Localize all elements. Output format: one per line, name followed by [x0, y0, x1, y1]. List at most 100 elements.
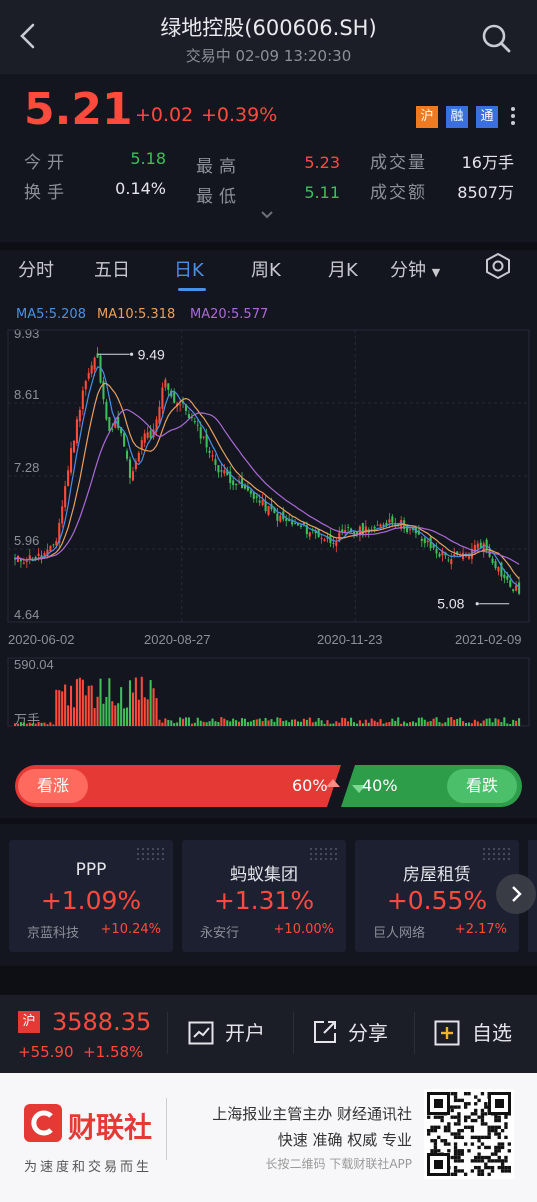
volume-bar — [426, 721, 429, 726]
volume-max-label: 590.04 — [14, 657, 54, 672]
volume-bar — [270, 719, 273, 726]
volume-bar — [128, 680, 132, 726]
sector-card[interactable]: PPP +1.09% 京蓝科技 +10.24% — [9, 840, 173, 952]
tab-minute[interactable]: 分钟 ▼ — [390, 256, 440, 282]
volume-bar — [373, 720, 376, 726]
candle — [25, 560, 28, 562]
volume-bar — [453, 719, 456, 726]
x-tick-label: 2021-02-09 — [455, 632, 522, 647]
volume-bar — [214, 721, 217, 726]
tab-intraday[interactable]: 分时 — [18, 256, 54, 282]
tab-daily-k[interactable]: 日K — [174, 256, 204, 282]
volume-value: 16万手 — [461, 153, 514, 172]
volume-bar — [512, 719, 515, 726]
volume-bar — [146, 699, 149, 726]
search-icon[interactable] — [480, 22, 512, 54]
volume-bar — [43, 722, 46, 726]
volume-bar — [226, 720, 229, 726]
candle — [93, 357, 96, 370]
volume-bar — [70, 685, 73, 726]
volume-bar — [488, 718, 491, 726]
index-change-percent: +1.58% — [83, 1043, 144, 1061]
candle — [37, 553, 40, 556]
volume-bar — [462, 721, 465, 726]
tab-weekly-k[interactable]: 周K — [251, 256, 281, 282]
bullish-button[interactable]: 看涨 — [18, 769, 88, 803]
divider — [166, 1098, 167, 1160]
sector-name: 蚂蚁集团 — [230, 865, 298, 885]
candle — [61, 506, 64, 524]
volume-bar — [302, 718, 305, 726]
candle — [67, 470, 70, 487]
volume-bar — [506, 723, 509, 726]
high-value: 5.23 — [304, 153, 340, 172]
sector-leader-change: +10.00% — [273, 922, 334, 937]
volume-bar — [408, 722, 412, 726]
candle — [509, 580, 512, 587]
volume-bar — [199, 720, 202, 726]
tab-five-day[interactable]: 五日 — [94, 256, 130, 282]
tab-minute-label: 分钟 — [390, 260, 426, 281]
next-arrow-button[interactable] — [496, 874, 536, 914]
qr-code-image — [424, 1089, 514, 1179]
candle — [261, 499, 264, 506]
more-icon[interactable] — [508, 104, 518, 128]
volume-bar — [161, 722, 164, 726]
ma5-legend: MA5:5.208 — [16, 307, 86, 322]
volume-bar — [494, 718, 497, 726]
volume-bar — [176, 722, 179, 726]
add-watchlist-button[interactable]: 自选 — [472, 1017, 512, 1046]
kline-chart[interactable]: 9.93 8.61 7.28 5.96 4.64 2020-06-02 2020-08-27… — [0, 322, 537, 732]
open-account-button[interactable]: 开户 — [225, 1017, 265, 1046]
volume-bar — [99, 678, 102, 726]
volume-bar — [308, 717, 311, 726]
candle — [87, 372, 90, 379]
sector-leader-change: +2.17% — [454, 922, 507, 937]
share-button[interactable]: 分享 — [348, 1017, 388, 1046]
volume-bar — [420, 717, 423, 726]
sector-card[interactable]: 房屋租赁 +0.55% 巨人网络 +2.17% — [355, 840, 519, 952]
candle — [512, 589, 515, 592]
sector-card[interactable]: 蚂蚁集团 +1.31% 永安行 +10.00% — [182, 840, 346, 952]
volume-bar — [190, 723, 193, 726]
divider — [167, 1012, 168, 1054]
candle — [450, 559, 453, 565]
volume-bar — [158, 719, 161, 726]
sentiment-bar — [15, 765, 522, 807]
tab-monthly-k[interactable]: 月K — [328, 256, 358, 282]
index-value[interactable]: 3588.35 — [52, 1008, 151, 1036]
sector-name: PPP — [75, 860, 107, 880]
volume-bar — [479, 723, 482, 726]
candle — [476, 543, 479, 549]
volume-bar — [28, 722, 31, 726]
volume-bar — [326, 720, 329, 726]
volume-bar — [423, 719, 426, 726]
volume-bar — [282, 721, 285, 726]
volume-bar — [25, 723, 28, 726]
volume-bar — [238, 721, 241, 726]
bearish-button[interactable]: 看跌 — [447, 769, 517, 803]
volume-bar — [358, 720, 361, 726]
volume-bar — [438, 722, 441, 726]
settings-icon[interactable] — [484, 252, 512, 280]
volume-bar — [500, 722, 503, 726]
volume-bar — [344, 718, 347, 726]
candle — [479, 542, 482, 548]
candle — [388, 519, 391, 523]
expand-chevron-icon[interactable] — [259, 209, 275, 221]
candle — [28, 555, 31, 560]
volume-bar — [81, 679, 84, 726]
candle — [84, 381, 87, 390]
candle — [299, 525, 302, 527]
candle — [235, 483, 238, 486]
candle — [435, 549, 438, 554]
volume-bar — [223, 718, 226, 726]
volume-bar — [317, 718, 320, 726]
low-price-marker: 5.08 — [437, 596, 464, 612]
candle — [382, 524, 385, 526]
candle — [291, 521, 294, 525]
volume-bar — [105, 696, 108, 726]
volume-bar — [90, 685, 93, 726]
volume-bar — [31, 723, 34, 726]
current-price: 5.21 — [24, 84, 133, 135]
